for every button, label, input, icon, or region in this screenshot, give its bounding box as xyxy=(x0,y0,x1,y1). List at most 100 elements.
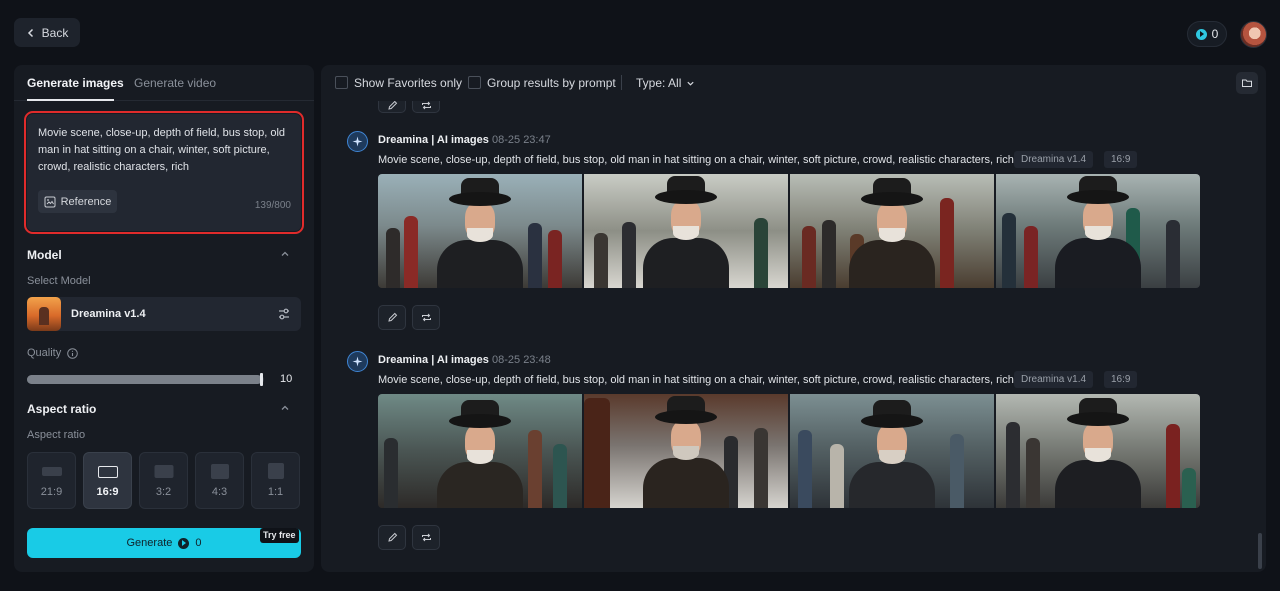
prompt-text[interactable]: Movie scene, close-up, depth of field, b… xyxy=(38,125,290,176)
generate-label: Generate xyxy=(126,537,173,549)
image-strip xyxy=(378,394,1200,508)
generated-image[interactable] xyxy=(584,394,788,508)
group-prompt: Movie scene, close-up, depth of field, b… xyxy=(378,374,1014,386)
generate-cost: 0 xyxy=(195,537,202,549)
prompt-input[interactable]: Movie scene, close-up, depth of field, b… xyxy=(24,111,304,234)
image-strip xyxy=(378,174,1200,288)
try-free-badge: Try free xyxy=(260,528,299,543)
generated-image[interactable] xyxy=(790,174,994,288)
chevron-down-icon xyxy=(687,81,694,86)
char-count: 139/800 xyxy=(254,200,291,211)
folder-icon xyxy=(1242,79,1252,87)
scrollbar[interactable] xyxy=(1258,533,1262,569)
show-favorites-checkbox[interactable] xyxy=(335,76,348,89)
model-chip: Dreamina v1.4 xyxy=(1014,371,1094,388)
chevron-up-icon[interactable] xyxy=(280,403,290,413)
coin-icon xyxy=(178,537,190,549)
chevron-up-icon[interactable] xyxy=(280,249,290,259)
back-button[interactable]: Back xyxy=(14,18,80,47)
group-by-prompt-checkbox[interactable] xyxy=(468,76,481,89)
generated-image[interactable] xyxy=(378,174,582,288)
ratio-shape xyxy=(267,463,284,479)
ratio-option-1-1[interactable]: 1:1 xyxy=(251,452,300,509)
repeat-icon xyxy=(421,101,431,110)
quality-value: 10 xyxy=(280,373,293,385)
generated-image[interactable] xyxy=(996,394,1200,508)
generated-image[interactable] xyxy=(996,174,1200,288)
type-dropdown[interactable]: Type: All xyxy=(636,76,695,90)
generated-image[interactable] xyxy=(378,394,582,508)
ratio-shape xyxy=(154,465,173,478)
regenerate-button[interactable] xyxy=(412,305,440,330)
model-chip: Dreamina v1.4 xyxy=(1014,151,1094,168)
quality-slider-fill xyxy=(27,375,262,384)
ratio-label: 1:1 xyxy=(267,486,284,498)
result-group: Dreamina | AI images 08-25 23:48 Movie s… xyxy=(347,351,1227,551)
ratio-label: 16:9 xyxy=(96,486,119,498)
ratio-shape xyxy=(210,464,229,479)
model-thumbnail xyxy=(27,297,61,331)
ratio-shape xyxy=(97,466,118,478)
dreamina-star-icon xyxy=(347,131,368,152)
edit-button[interactable] xyxy=(378,305,406,330)
ratio-option-3-2[interactable]: 3:2 xyxy=(139,452,188,509)
tab-generate-images[interactable]: Generate images xyxy=(27,76,124,90)
image-reference-icon xyxy=(44,196,56,207)
ratio-label: 3:2 xyxy=(155,486,172,498)
credits-count: 0 xyxy=(1211,27,1219,41)
quality-slider[interactable] xyxy=(27,373,264,386)
ratio-shape xyxy=(41,467,62,476)
generated-image[interactable] xyxy=(584,174,788,288)
left-panel: Generate images Generate video Movie sce… xyxy=(14,65,314,572)
quality-label: Quality xyxy=(27,347,62,359)
mode-tabs: Generate images Generate video xyxy=(14,65,314,101)
group-date: 08-25 23:48 xyxy=(492,354,551,366)
tab-generate-video[interactable]: Generate video xyxy=(134,76,216,90)
ratio-option-4-3[interactable]: 4:3 xyxy=(195,452,244,509)
ratio-label: 21:9 xyxy=(40,486,63,498)
results-panel: Show Favorites only Group results by pro… xyxy=(321,65,1266,572)
group-title: Dreamina | AI images xyxy=(378,134,489,146)
chevron-left-icon xyxy=(27,28,33,37)
repeat-icon xyxy=(421,313,431,322)
aspect-ratio-options: 21:9 16:9 3:2 4:3 1:1 xyxy=(27,452,301,509)
group-by-prompt-label[interactable]: Group results by prompt xyxy=(487,76,616,90)
group-date: 08-25 23:47 xyxy=(492,134,551,146)
ratio-chip: 16:9 xyxy=(1104,151,1138,168)
filter-bar: Show Favorites only Group results by pro… xyxy=(321,65,1266,101)
edit-button[interactable] xyxy=(378,525,406,550)
pencil-icon xyxy=(387,101,397,110)
ratio-label: 4:3 xyxy=(211,486,228,498)
folder-button[interactable] xyxy=(1236,72,1258,94)
reference-label: Reference xyxy=(60,195,112,208)
type-label: Type: All xyxy=(636,76,682,90)
avatar[interactable] xyxy=(1240,21,1267,48)
ratio-option-16-9[interactable]: 16:9 xyxy=(83,452,132,509)
model-selector[interactable]: Dreamina v1.4 xyxy=(27,297,301,331)
regenerate-button[interactable] xyxy=(412,101,440,113)
show-favorites-label[interactable]: Show Favorites only xyxy=(354,76,462,90)
pencil-icon xyxy=(387,312,397,322)
regenerate-button[interactable] xyxy=(412,525,440,550)
select-model-label: Select Model xyxy=(27,275,91,287)
sliders-icon[interactable] xyxy=(277,307,291,321)
pencil-icon xyxy=(387,532,397,542)
coin-icon xyxy=(1195,28,1207,40)
model-section-title: Model xyxy=(27,248,62,262)
result-group: Dreamina | AI images 08-25 23:47 Movie s… xyxy=(347,131,1227,331)
credits-badge[interactable]: 0 xyxy=(1187,21,1227,47)
ratio-chip: 16:9 xyxy=(1104,371,1138,388)
active-tab-indicator xyxy=(27,99,114,101)
ratio-option-21-9[interactable]: 21:9 xyxy=(27,452,76,509)
repeat-icon xyxy=(421,533,431,542)
generated-image[interactable] xyxy=(790,394,994,508)
group-title: Dreamina | AI images xyxy=(378,354,489,366)
group-prompt: Movie scene, close-up, depth of field, b… xyxy=(378,154,1014,166)
top-bar: Back 0 xyxy=(0,0,1280,64)
edit-button[interactable] xyxy=(378,101,406,113)
aspect-ratio-label: Aspect ratio xyxy=(27,429,86,441)
quality-slider-thumb[interactable] xyxy=(259,373,263,386)
back-label: Back xyxy=(41,25,69,40)
info-icon[interactable] xyxy=(67,348,78,359)
reference-button[interactable]: Reference xyxy=(38,190,117,213)
